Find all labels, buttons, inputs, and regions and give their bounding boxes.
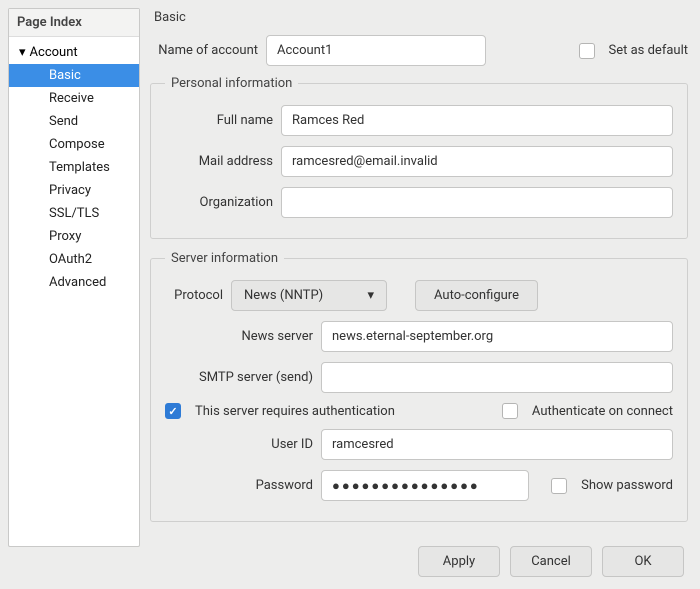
requires-auth-checkbox[interactable] [165,403,181,419]
page-index-sidebar: Page Index ▾ Account Basic Receive Send C… [8,8,140,547]
chevron-down-icon: ▾ [367,288,374,303]
sidebar-item-advanced[interactable]: Advanced [9,271,139,294]
full-name-label: Full name [165,113,273,128]
sidebar-item-templates[interactable]: Templates [9,156,139,179]
set-as-default-label: Set as default [609,43,689,58]
sidebar-item-proxy[interactable]: Proxy [9,225,139,248]
set-as-default-checkbox[interactable] [579,43,595,59]
page-title: Basic [150,8,688,35]
user-id-input[interactable] [321,429,673,460]
sidebar-item-compose[interactable]: Compose [9,133,139,156]
password-input[interactable] [321,470,529,501]
personal-information-legend: Personal information [165,76,298,91]
show-password-label: Show password [581,478,673,493]
server-information-legend: Server information [165,251,284,266]
smtp-server-label: SMTP server (send) [165,370,313,385]
cancel-button[interactable]: Cancel [510,546,592,577]
protocol-label: Protocol [165,288,223,303]
organization-input[interactable] [281,187,673,218]
mail-address-label: Mail address [165,154,273,169]
smtp-server-input[interactable] [321,362,673,393]
name-of-account-label: Name of account [150,43,258,58]
show-password-checkbox[interactable] [551,478,567,494]
sidebar-item-privacy[interactable]: Privacy [9,179,139,202]
organization-label: Organization [165,195,273,210]
full-name-input[interactable] [281,105,673,136]
auth-on-connect-checkbox[interactable] [502,403,518,419]
chevron-down-icon: ▾ [19,45,26,60]
news-server-label: News server [165,329,313,344]
personal-information-group: Personal information Full name Mail addr… [150,76,688,239]
auth-on-connect-label: Authenticate on connect [532,404,673,419]
sidebar-item-ssltls[interactable]: SSL/TLS [9,202,139,225]
dialog-footer: Apply Cancel OK [150,534,688,589]
protocol-select[interactable]: News (NNTP) ▾ [231,280,387,311]
name-of-account-input[interactable] [266,35,486,66]
sidebar-item-oauth2[interactable]: OAuth2 [9,248,139,271]
protocol-value: News (NNTP) [244,288,323,303]
requires-auth-label: This server requires authentication [195,404,395,419]
sidebar-title: Page Index [9,9,139,37]
apply-button[interactable]: Apply [418,546,500,577]
sidebar-item-send[interactable]: Send [9,110,139,133]
password-label: Password [165,478,313,493]
sidebar-root-account[interactable]: ▾ Account [9,41,139,64]
content-pane: Basic Name of account Set as default Per… [140,0,700,555]
auto-configure-button[interactable]: Auto-configure [415,280,538,311]
mail-address-input[interactable] [281,146,673,177]
ok-button[interactable]: OK [602,546,684,577]
sidebar-tree: ▾ Account Basic Receive Send Compose Temp… [9,37,139,298]
server-information-group: Server information Protocol News (NNTP) … [150,251,688,522]
sidebar-item-basic[interactable]: Basic [9,64,139,87]
sidebar-item-receive[interactable]: Receive [9,87,139,110]
sidebar-root-label: Account [30,45,78,60]
news-server-input[interactable] [321,321,673,352]
user-id-label: User ID [165,437,313,452]
